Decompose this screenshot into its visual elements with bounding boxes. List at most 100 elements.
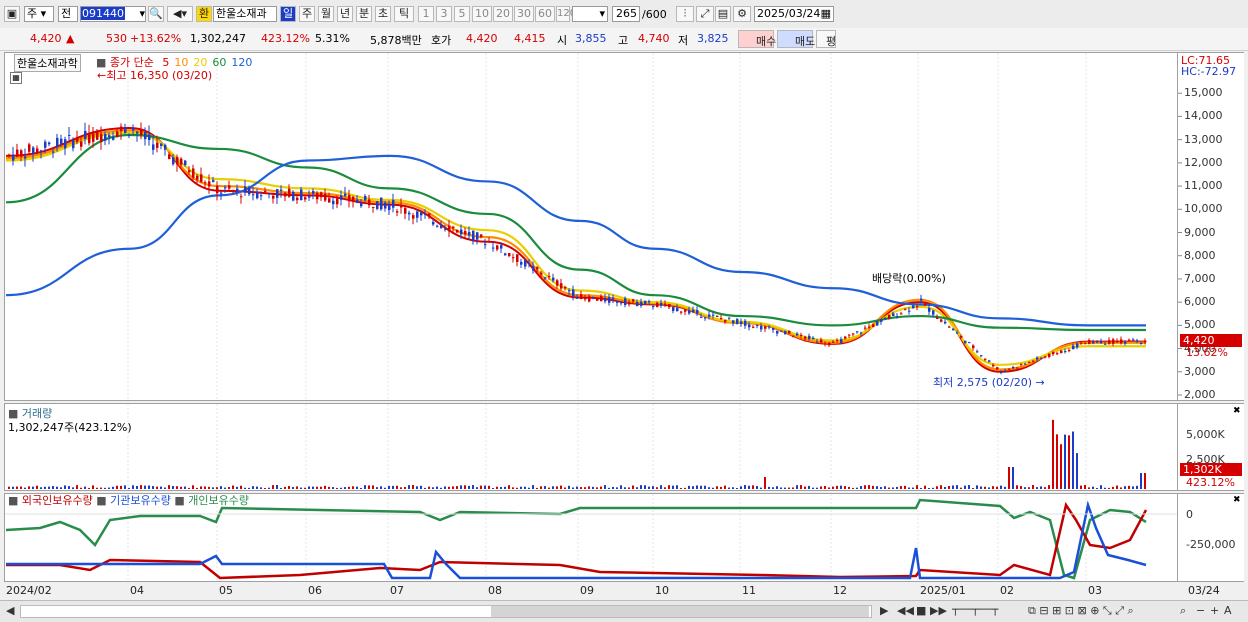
volume-bar — [692, 486, 694, 489]
volume-bar — [1008, 467, 1010, 489]
text-size-icon[interactable]: A — [1224, 604, 1232, 617]
candle-body — [468, 231, 471, 236]
candle-body — [872, 324, 875, 328]
panel-close-icon[interactable]: ✖ — [1233, 495, 1241, 505]
rewind-icon[interactable]: ◀◀ — [897, 604, 914, 617]
volume-bar — [560, 485, 562, 489]
volume-bar — [404, 486, 406, 489]
volume-bar — [584, 487, 586, 489]
candle-body — [644, 300, 647, 304]
play-icon[interactable]: ▶▶ — [930, 604, 947, 617]
volume-bar — [332, 487, 334, 489]
zoom-slider-icon[interactable]: ┬──┬──┬ — [952, 603, 998, 616]
volume-bar — [896, 486, 898, 489]
plus-icon[interactable]: + — [1210, 604, 1219, 617]
volume-bar — [604, 485, 606, 489]
volume-bar — [760, 487, 762, 489]
volume-bar — [528, 487, 530, 489]
volume-bar — [844, 486, 846, 489]
candle-body — [492, 247, 495, 249]
volume-bar — [716, 486, 718, 489]
low-annotation: 최저 2,575 (02/20) → — [933, 376, 1045, 389]
candle-body — [856, 331, 859, 333]
candle-body — [72, 140, 75, 149]
volume-bar — [688, 485, 690, 489]
volume-bar — [736, 487, 738, 489]
scroll-right-icon[interactable]: ▶ — [880, 604, 888, 617]
candle-body — [860, 332, 863, 334]
candle-body — [60, 138, 63, 145]
volume-bar — [56, 486, 58, 489]
candle-body — [16, 149, 19, 157]
x-axis-label: 03 — [1088, 584, 1102, 597]
x-axis-label: 07 — [390, 584, 404, 597]
volume-bar — [1104, 487, 1106, 489]
candle-body — [1096, 341, 1099, 343]
candle-body — [372, 206, 375, 208]
volume-bar — [808, 485, 810, 489]
candle-body — [912, 305, 915, 309]
candle-body — [816, 341, 819, 343]
volume-bar — [504, 486, 506, 489]
candle-body — [112, 137, 115, 140]
candle-body — [996, 367, 999, 370]
candle-body — [316, 192, 319, 200]
volume-bar — [252, 486, 254, 489]
volume-bar — [144, 485, 146, 489]
scroll-left-icon[interactable]: ◀ — [6, 604, 14, 617]
candle-body — [1020, 363, 1023, 365]
grid-icon[interactable]: ▦ — [10, 72, 22, 84]
volume-bar — [420, 485, 422, 489]
volume-bar — [616, 487, 618, 489]
candle-body — [748, 324, 751, 328]
candle-body — [824, 343, 827, 345]
volume-bar — [160, 486, 162, 489]
volume-bar — [212, 487, 214, 489]
volume-bar — [728, 487, 730, 489]
candle-body — [1112, 339, 1115, 344]
candle-body — [820, 339, 823, 343]
volume-bar — [608, 487, 610, 489]
volume-bar — [824, 486, 826, 489]
volume-bar — [132, 485, 134, 489]
volume-bar — [48, 486, 50, 489]
volume-bar — [188, 487, 190, 489]
candle-body — [208, 181, 211, 187]
volume-bar — [904, 485, 906, 489]
candle-body — [464, 231, 467, 235]
legend-dot: ■ — [8, 494, 22, 507]
candle-body — [68, 134, 71, 136]
candle-body — [988, 360, 991, 362]
candle-body — [412, 215, 415, 219]
candle-body — [332, 200, 335, 205]
volume-bar — [276, 485, 278, 489]
volume-bar — [432, 487, 434, 489]
candle-body — [500, 245, 503, 249]
candle-body — [392, 200, 395, 208]
candle-body — [400, 205, 403, 208]
candle-body — [420, 212, 423, 216]
panel-close-icon[interactable]: ✖ — [1233, 406, 1241, 416]
scrollbar-track[interactable] — [20, 605, 872, 618]
volume-bar — [656, 487, 658, 489]
volume-bar — [296, 486, 298, 489]
volume-bar — [1056, 434, 1058, 489]
holding-legend: ■ 외국인보유수량 ■ 기관보유수량 ■ 개인보유수량 — [8, 492, 249, 508]
volume-bar — [1124, 486, 1126, 489]
tool-icons[interactable]: ⧉ ⊟ ⊞ ⊡ ⊠ ⊕ ⤡ ⤢ ⌕ — [1028, 604, 1134, 618]
volume-bar — [376, 487, 378, 489]
candle-body — [940, 319, 943, 322]
scrollbar-thumb[interactable] — [491, 606, 869, 617]
candle-body — [796, 333, 799, 336]
candle-body — [276, 189, 279, 198]
volume-bar — [568, 485, 570, 489]
candle-body — [20, 150, 23, 157]
candle-body — [992, 364, 995, 367]
candle-body — [84, 130, 87, 140]
volume-bar — [704, 485, 706, 489]
volume-bar — [72, 487, 74, 489]
stop-icon[interactable]: ■ — [916, 604, 926, 617]
zoom-out-icon[interactable]: ⌕ — [1180, 604, 1186, 618]
volume-bar — [236, 486, 238, 489]
minus-icon[interactable]: − — [1196, 604, 1205, 617]
